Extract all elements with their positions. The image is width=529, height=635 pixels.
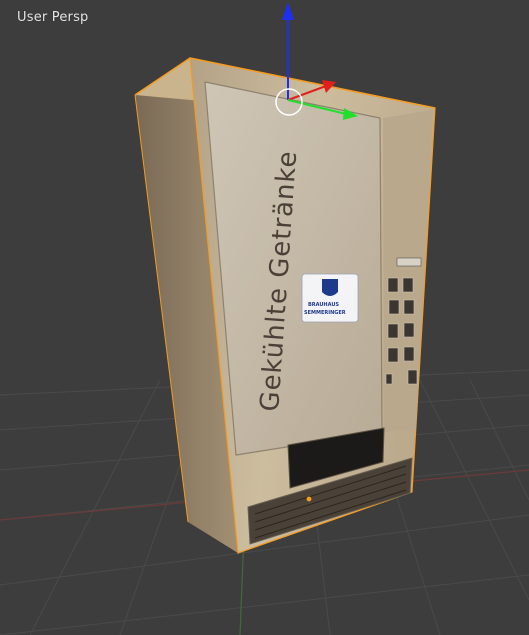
z-axis-arrow-icon[interactable] [282,2,294,20]
y-axis-arrow-icon[interactable] [343,108,358,120]
transform-gizmo[interactable] [0,0,529,635]
3d-viewport[interactable]: User Persp Gekühlte Getränke BRAUHAUS SE… [0,0,529,635]
x-axis-arrow-icon[interactable] [322,80,336,93]
